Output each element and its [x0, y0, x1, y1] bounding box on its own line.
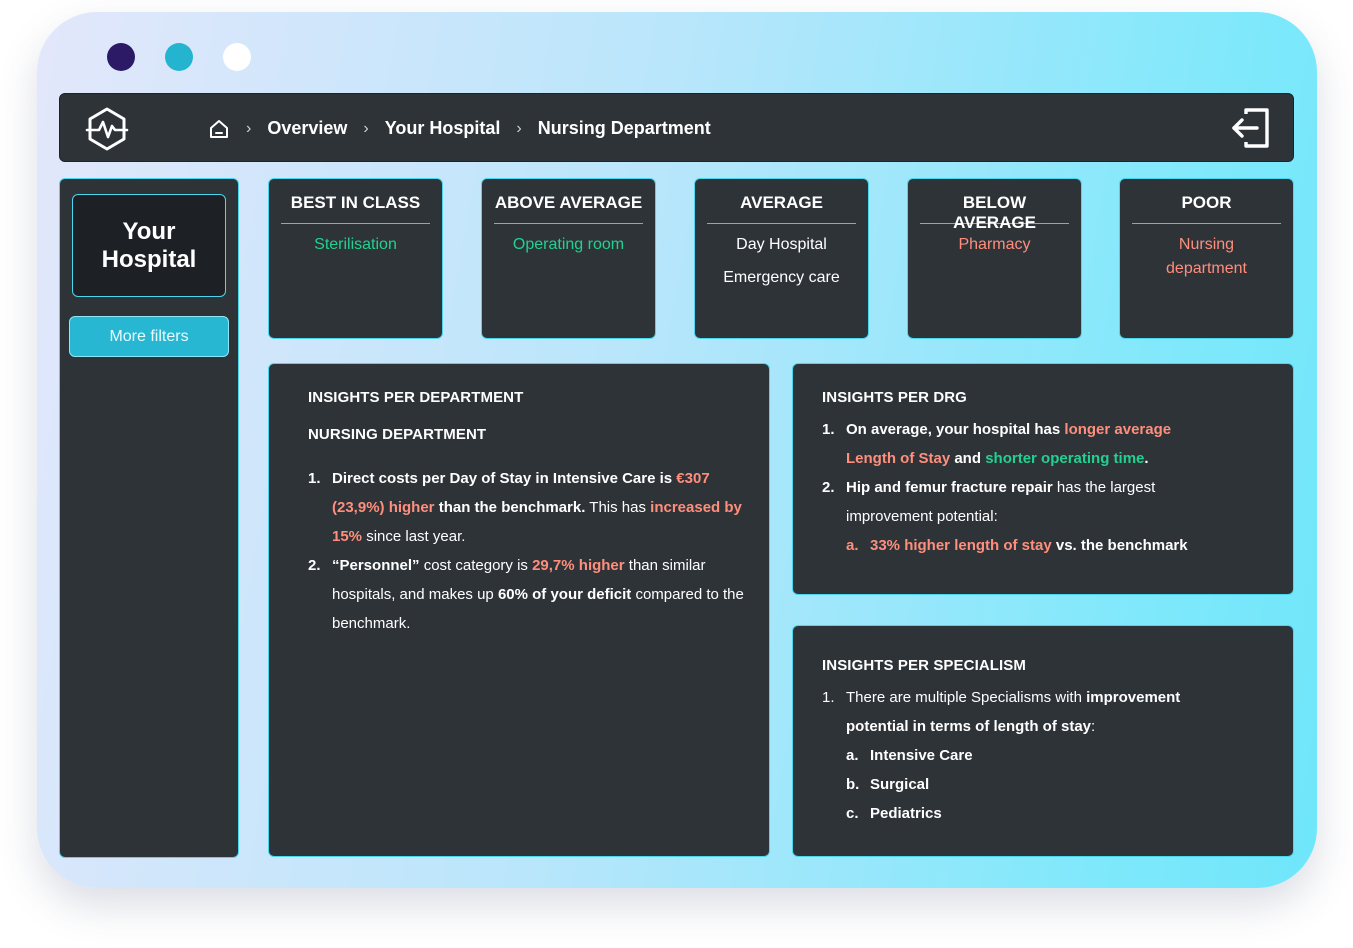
top-navigation-bar: › Overview › Your Hospital › Nursing Dep… — [59, 93, 1294, 162]
insight-text: than the benchmark. — [434, 499, 586, 516]
category-item-day-hospital[interactable]: Day Hospital — [703, 233, 860, 257]
sub-list-item: a. 33% higher length of stay vs. the ben… — [846, 531, 1202, 560]
breadcrumb-overview[interactable]: Overview — [267, 118, 347, 139]
logout-icon[interactable] — [1229, 106, 1273, 150]
panel-title: INSIGHTS PER DEPARTMENT — [308, 389, 524, 406]
category-item-pharmacy[interactable]: Pharmacy — [916, 233, 1073, 257]
specialism-intensive-care[interactable]: Intensive Care — [870, 747, 973, 764]
insight-text: There are multiple Specialisms with — [846, 689, 1087, 706]
heart-monitor-logo-icon[interactable] — [84, 106, 130, 152]
list-item: 2. “Personnel” cost category is 29,7% hi… — [308, 551, 753, 638]
insight-text: Direct costs per Day of Stay in Intensiv… — [332, 470, 677, 487]
category-best-in-class: BEST IN CLASS Sterilisation — [268, 178, 443, 339]
category-below-average: BELOW AVERAGE Pharmacy — [907, 178, 1082, 339]
window-dot-cyan[interactable] — [165, 43, 193, 71]
specialism-surgical[interactable]: Surgical — [870, 776, 929, 793]
panel-title: INSIGHTS PER DRG — [822, 389, 967, 406]
breadcrumb: › Overview › Your Hospital › Nursing Dep… — [208, 94, 711, 163]
category-title: AVERAGE — [707, 193, 856, 224]
panel-title: INSIGHTS PER SPECIALISM — [822, 657, 1026, 674]
window-dot-white[interactable] — [223, 43, 251, 71]
category-item-sterilisation[interactable]: Sterilisation — [277, 233, 434, 257]
category-title: POOR — [1132, 193, 1281, 224]
insight-text: cost category is — [419, 557, 533, 574]
insights-per-specialism-panel: INSIGHTS PER SPECIALISM 1. There are mul… — [792, 625, 1294, 857]
category-item-nursing-department[interactable]: Nursing department — [1148, 233, 1265, 281]
sidebar: Your Hospital More filters — [59, 178, 239, 858]
panel-subtitle: NURSING DEPARTMENT — [308, 426, 487, 443]
category-item-emergency-care[interactable]: Emergency care — [703, 266, 860, 290]
chevron-right-icon: › — [246, 119, 252, 137]
category-title: ABOVE AVERAGE — [494, 193, 643, 224]
category-poor: POOR Nursing department — [1119, 178, 1294, 339]
insight-text: since last year. — [362, 528, 466, 545]
drg-insights-list: 1. On average, your hospital has longer … — [822, 415, 1202, 560]
sub-list-item: a. Intensive Care — [846, 741, 1222, 770]
chevron-right-icon: › — [363, 119, 369, 137]
your-hospital-card[interactable]: Your Hospital — [72, 194, 226, 297]
category-item-operating-room[interactable]: Operating room — [490, 233, 647, 257]
insight-highlight: shorter operating time — [985, 450, 1145, 467]
category-title: BEST IN CLASS — [281, 193, 430, 224]
list-item: 1. Direct costs per Day of Stay in Inten… — [308, 464, 753, 551]
insight-text: This has — [585, 499, 651, 516]
list-number: 1. — [308, 470, 321, 487]
insight-text: vs. the benchmark — [1051, 537, 1188, 554]
category-average: AVERAGE Day Hospital Emergency care — [694, 178, 869, 339]
insight-text: and — [950, 450, 986, 467]
list-number: 2. — [308, 557, 321, 574]
breadcrumb-nursing-department[interactable]: Nursing Department — [538, 118, 711, 139]
insight-highlight: 33% higher length of stay — [870, 537, 1052, 554]
insight-highlight: 29,7% higher — [532, 557, 625, 574]
list-letter: a. — [846, 747, 859, 764]
list-number: 1. — [822, 421, 835, 438]
list-item: 1. On average, your hospital has longer … — [822, 415, 1202, 473]
category-title: BELOW AVERAGE — [920, 193, 1069, 232]
insight-text: . — [1144, 450, 1149, 467]
insight-text: 60% of your deficit — [497, 586, 632, 603]
sub-list-item: c. Pediatrics — [846, 799, 1222, 828]
insight-text: Hip and femur fracture repair — [846, 479, 1053, 496]
list-item: 1. There are multiple Specialisms with i… — [822, 683, 1222, 828]
insight-text: : — [1091, 718, 1096, 735]
list-letter: c. — [846, 805, 859, 822]
list-letter: a. — [846, 537, 859, 554]
insights-per-department-panel: INSIGHTS PER DEPARTMENT NURSING DEPARTME… — [268, 363, 770, 857]
specialism-pediatrics[interactable]: Pediatrics — [870, 805, 942, 822]
chevron-right-icon: › — [516, 119, 522, 137]
list-item: 2. Hip and femur fracture repair has the… — [822, 473, 1202, 560]
insight-text: On average, your hospital has — [846, 421, 1065, 438]
sub-list-item: b. Surgical — [846, 770, 1222, 799]
specialism-insights-list: 1. There are multiple Specialisms with i… — [822, 683, 1222, 828]
home-icon[interactable] — [208, 118, 230, 140]
insights-per-drg-panel: INSIGHTS PER DRG 1. On average, your hos… — [792, 363, 1294, 595]
breadcrumb-your-hospital[interactable]: Your Hospital — [385, 118, 501, 139]
list-number: 1. — [822, 689, 835, 706]
list-letter: b. — [846, 776, 860, 793]
insight-text: “Personnel” — [332, 557, 420, 574]
window-dot-purple[interactable] — [107, 43, 135, 71]
category-above-average: ABOVE AVERAGE Operating room — [481, 178, 656, 339]
list-number: 2. — [822, 479, 835, 496]
department-insights-list: 1. Direct costs per Day of Stay in Inten… — [308, 464, 753, 638]
more-filters-button[interactable]: More filters — [69, 316, 229, 357]
